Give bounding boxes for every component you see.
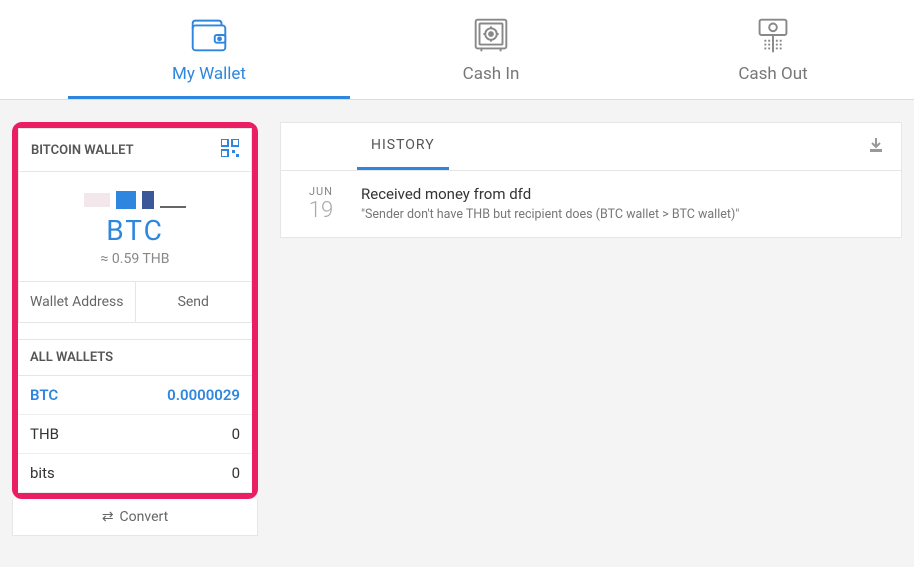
convert-icon: ⇄ — [102, 509, 114, 525]
wallet-row-thb[interactable]: THB 0 — [18, 415, 252, 454]
top-nav: My Wallet Cash In Cash Out — [0, 0, 914, 100]
safe-icon — [468, 12, 514, 58]
history-subtitle: "Sender don't have THB but recipient doe… — [361, 207, 739, 222]
wallet-balance-display: BTC ≈ 0.59 THB — [19, 172, 251, 282]
history-date: JUN 19 — [301, 185, 341, 223]
wallet-icon — [186, 12, 232, 58]
wallet-row-label: BTC — [30, 386, 58, 404]
qr-icon[interactable] — [221, 139, 239, 161]
wallet-address-button[interactable]: Wallet Address — [19, 282, 135, 322]
tab-my-wallet[interactable]: My Wallet — [68, 0, 350, 99]
convert-button[interactable]: ⇄ Convert — [12, 499, 258, 536]
tab-cash-in[interactable]: Cash In — [350, 0, 632, 99]
tab-label: Cash In — [463, 64, 520, 84]
history-text: Received money from dfd "Sender don't ha… — [361, 185, 739, 222]
wallet-row-value: 0 — [232, 464, 240, 482]
bitcoin-wallet-title: BITCOIN WALLET — [31, 143, 134, 158]
history-title: Received money from dfd — [361, 185, 739, 203]
wallet-row-label: bits — [30, 464, 55, 482]
wallet-row-value: 0.0000029 — [167, 386, 240, 404]
sidebar: BITCOIN WALLET BTC — [12, 122, 258, 536]
wallet-row-btc[interactable]: BTC 0.0000029 — [18, 376, 252, 415]
wallet-row-label: THB — [30, 425, 59, 443]
highlight-annotation: BITCOIN WALLET BTC — [12, 122, 258, 499]
cash-out-icon — [750, 12, 796, 58]
bitcoin-wallet-card: BITCOIN WALLET BTC — [18, 128, 252, 323]
history-month: JUN — [301, 185, 341, 198]
wallet-currency-label: BTC — [19, 214, 251, 247]
history-panel: HISTORY JUN 19 Received money from dfd "… — [280, 122, 902, 238]
send-button[interactable]: Send — [135, 282, 252, 322]
wallet-row-bits[interactable]: bits 0 — [18, 454, 252, 493]
convert-label: Convert — [120, 509, 169, 525]
tab-cash-out[interactable]: Cash Out — [632, 0, 914, 99]
wallet-approx-value: ≈ 0.59 THB — [19, 251, 251, 267]
tab-label: My Wallet — [172, 64, 246, 84]
wallet-row-value: 0 — [232, 425, 240, 443]
history-day: 19 — [301, 198, 341, 223]
history-item[interactable]: JUN 19 Received money from dfd "Sender d… — [281, 171, 901, 237]
tab-label: Cash Out — [738, 64, 807, 84]
all-wallets-title: ALL WALLETS — [18, 339, 252, 376]
history-tab[interactable]: HISTORY — [357, 123, 449, 170]
balance-masked-graphic — [19, 190, 251, 210]
download-icon[interactable] — [867, 136, 885, 158]
